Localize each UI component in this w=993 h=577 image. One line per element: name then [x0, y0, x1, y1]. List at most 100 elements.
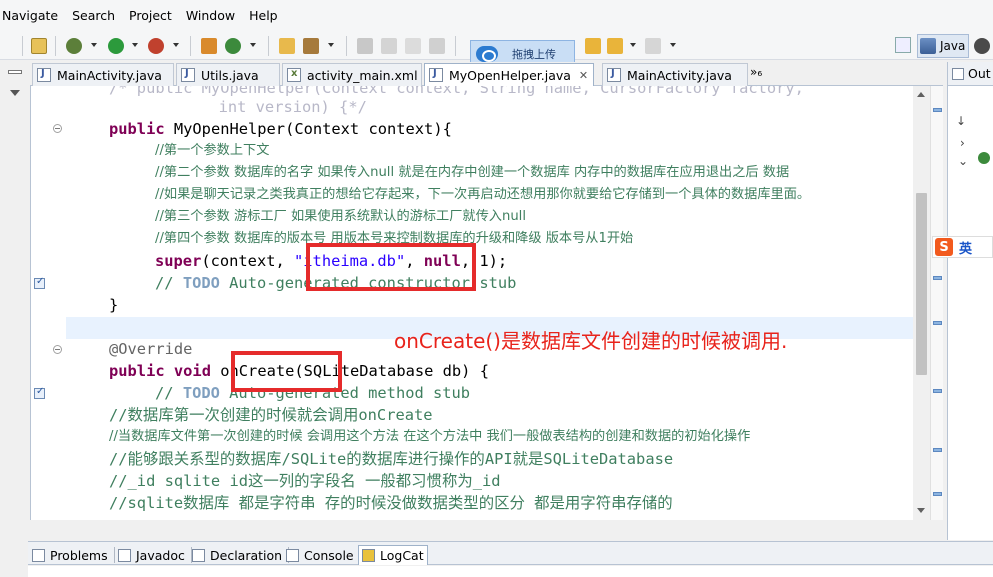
overview-marker[interactable] — [933, 108, 942, 112]
declaration-icon — [192, 548, 205, 562]
java-file-icon — [429, 68, 443, 82]
java-perspective-label: Java — [940, 39, 966, 53]
java-file-icon — [181, 68, 195, 82]
java-perspective-button[interactable]: Java — [917, 34, 969, 58]
tab-myopenhelper[interactable]: MyOpenHelper.java ✕ — [424, 63, 594, 86]
tab-label: Javadoc — [136, 547, 185, 563]
scroll-up-arrow-icon[interactable] — [917, 92, 925, 97]
menu-project[interactable]: Project — [129, 8, 172, 23]
menu-window[interactable]: Window — [186, 8, 235, 23]
toggle-whitespace-icon[interactable] — [381, 38, 397, 54]
debug-icon[interactable] — [66, 38, 82, 54]
outline-tab[interactable]: Out — [948, 62, 993, 86]
task-dropdown-icon[interactable] — [328, 43, 334, 47]
open-task-icon[interactable] — [303, 38, 319, 54]
new-android-project-icon[interactable] — [31, 38, 47, 54]
tab-problems[interactable]: Problems — [32, 545, 115, 565]
drag-upload-label: 拖拽上传 — [512, 48, 556, 61]
editor-vertical-scrollbar[interactable] — [913, 86, 930, 520]
code-line: int version) {*/ — [163, 96, 367, 118]
code-editor[interactable]: /* public MyOpenHelper(Context context, … — [30, 86, 913, 520]
editor-tab-bar: MainActivity.java Utils.java activity_ma… — [30, 62, 943, 86]
external-tools-dropdown-icon[interactable] — [173, 43, 179, 47]
minimize-icon[interactable] — [8, 70, 22, 74]
comment-text: //sqlite数据库 都是字符串 存的时候没做数据类型的区分 都是用字符串存储… — [109, 494, 673, 512]
comment-line: //第二个参数 数据库的名字 如果传入null 就是在内存中创建一个数据库 内存… — [155, 162, 789, 184]
comment-text: //如果是聊天记录之类我真正的想给它存起来，下一次再启动还想用那你就要给它存储到… — [155, 187, 811, 202]
ddms-perspective-icon[interactable] — [974, 38, 990, 54]
tab-javadoc[interactable]: Javadoc — [118, 545, 192, 565]
tab-label: MyOpenHelper.java — [449, 67, 571, 83]
outline-class-icon[interactable] — [978, 152, 990, 164]
ime-language-mode[interactable]: 英 — [959, 238, 972, 257]
code-line: //_id sqlite id这一列的字段名 一般都习惯称为_id — [109, 470, 501, 492]
new-class-dropdown-icon[interactable] — [250, 43, 256, 47]
forward-dropdown-icon[interactable] — [670, 43, 676, 47]
new-java-class-icon[interactable] — [225, 38, 241, 54]
overview-ruler[interactable] — [930, 86, 943, 520]
back-icon[interactable] — [607, 38, 623, 54]
tab-separator — [113, 547, 115, 563]
javadoc-icon — [118, 548, 131, 562]
menu-navigate[interactable]: Navigate — [2, 8, 58, 23]
tab-utils[interactable]: Utils.java — [176, 63, 280, 86]
outline-panel: Out ↓ › ⌄ — [947, 62, 993, 540]
tab-declaration[interactable]: Declaration — [192, 545, 290, 565]
toggle-mark-occurrences-icon[interactable] — [357, 38, 373, 54]
scrollbar-thumb[interactable] — [916, 193, 927, 375]
annotation-text: @Override — [109, 340, 193, 358]
comment-line: //第三个参数 游标工厂 如果使用系统默认的游标工厂就传入null — [155, 206, 526, 228]
comment-text: //能够跟关系型的数据库/SQLite的数据库进行操作的API就是SQLiteD… — [109, 450, 674, 468]
back-dropdown-icon[interactable] — [630, 43, 636, 47]
outline-import-icon[interactable]: ↓ — [956, 114, 966, 128]
overview-marker[interactable] — [933, 389, 942, 393]
new-java-package-icon[interactable] — [201, 38, 217, 54]
close-tab-icon[interactable]: ✕ — [579, 69, 588, 82]
editor-horizontal-scrollbar[interactable] — [30, 520, 943, 540]
overview-marker[interactable] — [933, 492, 942, 496]
tab-mainactivity[interactable]: MainActivity.java — [32, 63, 174, 86]
tab-logcat[interactable]: LogCat — [358, 545, 428, 565]
menu-search[interactable]: Search — [72, 8, 115, 23]
outline-expand-chevron-icon[interactable]: › — [960, 136, 965, 150]
external-tools-icon[interactable] — [148, 38, 164, 54]
ime-toolbar[interactable]: S 英 — [932, 236, 993, 258]
menu-help[interactable]: Help — [249, 8, 278, 23]
show-whitespace-icon[interactable] — [429, 38, 445, 54]
run-dropdown-icon[interactable] — [132, 43, 138, 47]
forward-icon[interactable] — [645, 38, 661, 54]
overview-marker[interactable] — [933, 321, 942, 325]
keyword: public — [109, 362, 165, 380]
comment-line: //当数据库文件第一次创建的时候 会调用这个方法 在这个方法中 我们一般做表结构… — [109, 426, 750, 448]
run-icon[interactable] — [108, 38, 124, 54]
tab-label: MainActivity.java — [57, 67, 162, 83]
toolbar-separator — [268, 36, 269, 56]
tab-label: MainActivity.java — [627, 67, 732, 83]
overview-marker[interactable] — [933, 448, 942, 452]
code-text: (context, — [201, 252, 295, 270]
keyword: super — [155, 252, 202, 270]
oncreate-annotation-text: onCreate()是数据库文件创建的时候被调用. — [394, 329, 788, 353]
last-edit-location-icon[interactable] — [585, 38, 601, 54]
comment-text: //第二个参数 数据库的名字 如果传入null 就是在内存中创建一个数据库 内存… — [155, 165, 790, 180]
open-perspective-icon[interactable] — [895, 37, 911, 53]
java-perspective-icon — [920, 38, 936, 54]
open-type-icon[interactable] — [279, 38, 295, 54]
scroll-down-arrow-icon[interactable] — [917, 508, 925, 513]
debug-dropdown-icon[interactable] — [91, 43, 97, 47]
view-menu-chevron-icon[interactable] — [10, 90, 20, 96]
comment-line: //第一个参数上下文 — [155, 140, 269, 162]
tab-console[interactable]: Console — [286, 545, 354, 565]
toolbar-separator — [455, 36, 456, 56]
outline-class-chevron-icon[interactable]: ⌄ — [958, 154, 968, 168]
cloud-upload-icon — [476, 46, 498, 62]
toggle-block-selection-icon[interactable] — [405, 38, 421, 54]
overview-marker[interactable] — [933, 276, 942, 280]
tab-mainactivity-2[interactable]: MainActivity.java — [602, 63, 748, 86]
tab-activity-main-xml[interactable]: activity_main.xml — [282, 63, 422, 86]
code-line: public MyOpenHelper(Context context){ — [109, 118, 452, 140]
outline-title: Out — [968, 66, 991, 81]
tab-label: Problems — [50, 547, 108, 563]
logcat-icon — [362, 549, 375, 562]
tab-overflow-button[interactable]: »₆ — [750, 65, 762, 79]
